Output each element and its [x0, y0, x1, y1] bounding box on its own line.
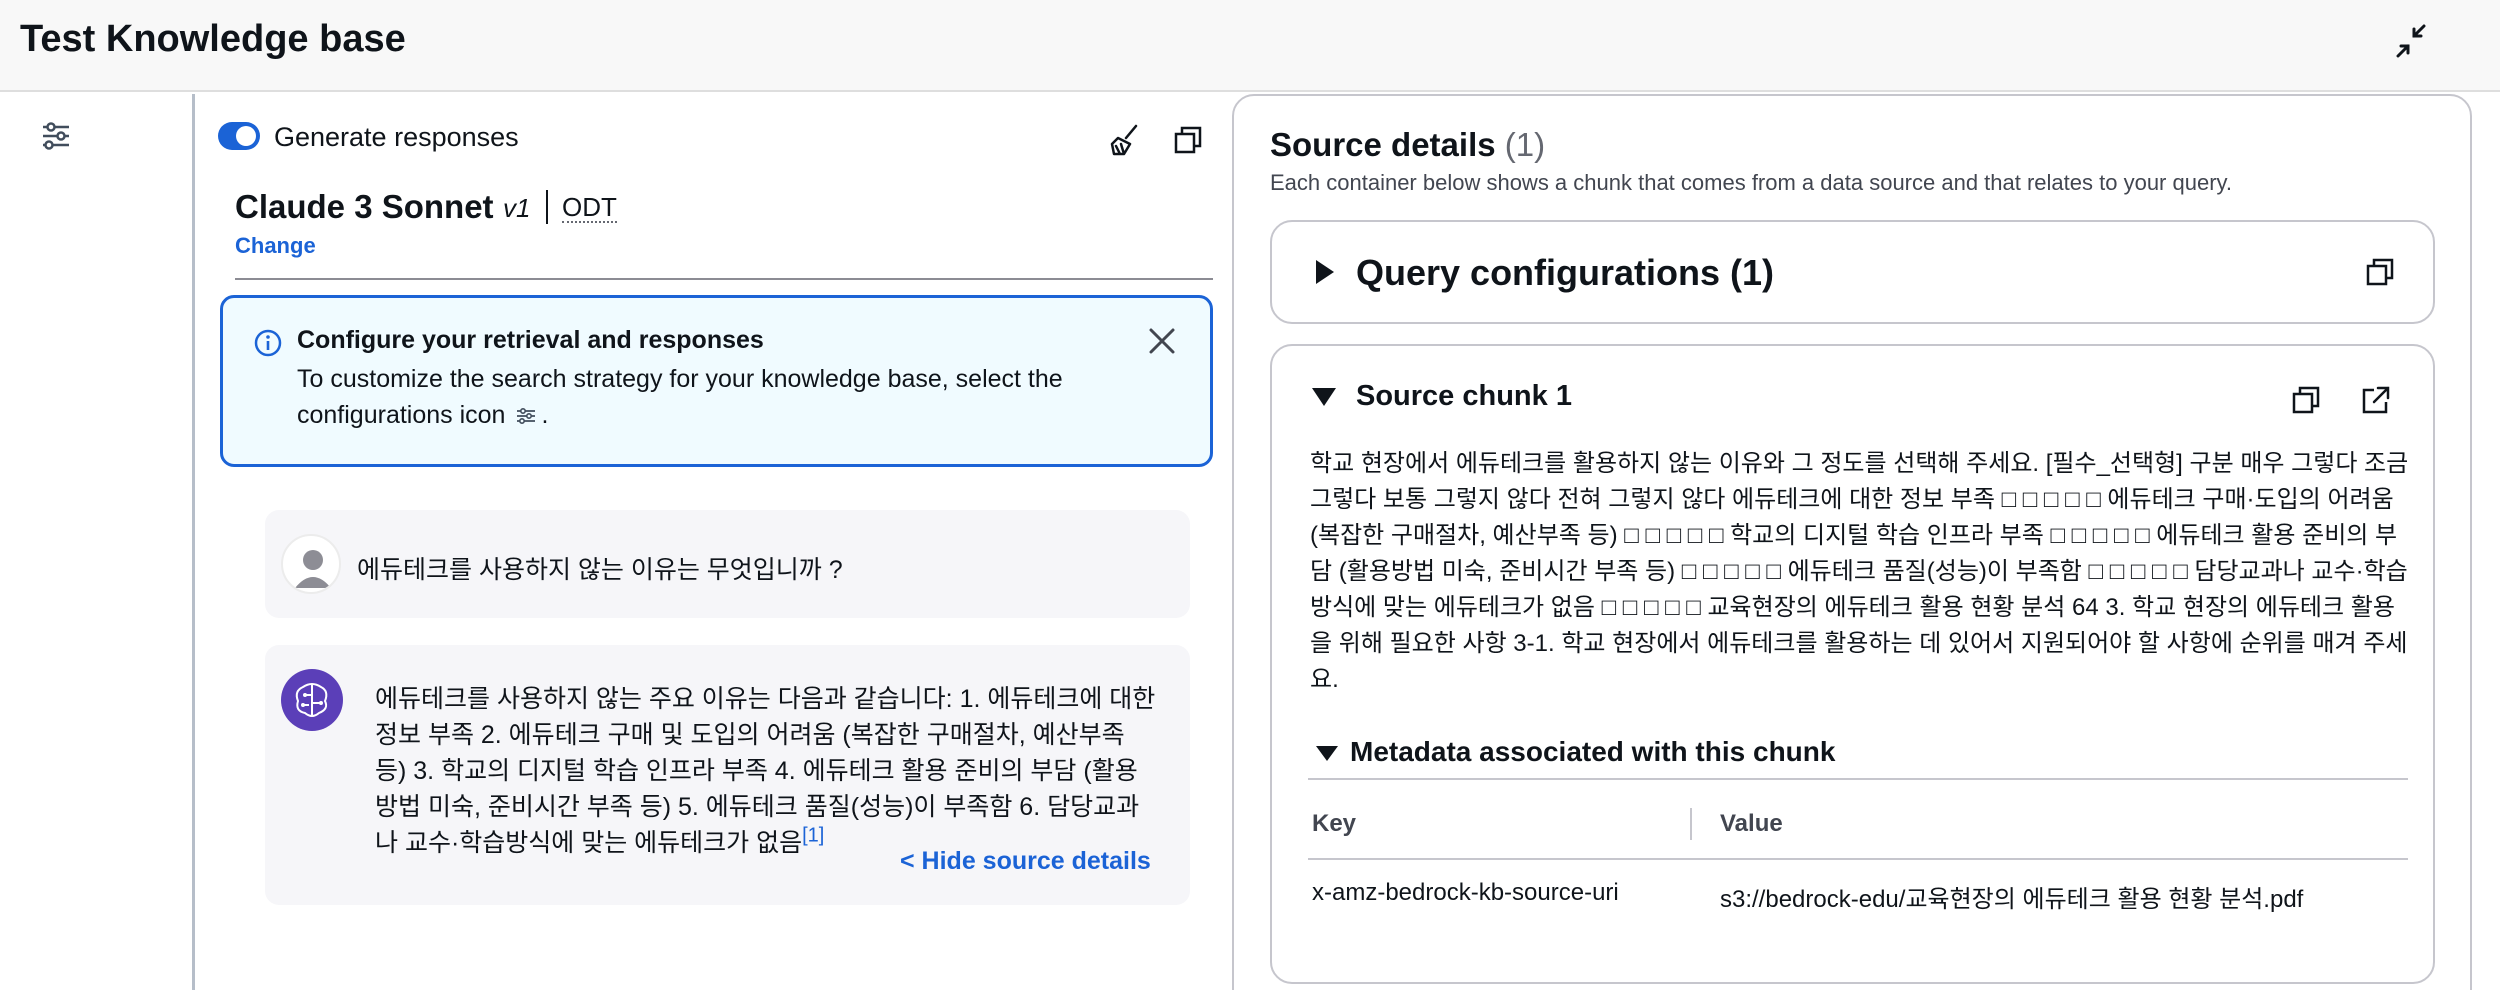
- copy-icon[interactable]: [2362, 254, 2398, 290]
- source-chunk-text: 학교 현장에서 에듀테크를 활용하지 않는 이유와 그 정도를 선택해 주세요.…: [1310, 450, 2409, 693]
- collapse-icon[interactable]: [2390, 20, 2432, 62]
- copy-icon[interactable]: [2288, 382, 2324, 418]
- metadata-header-key: Key: [1312, 810, 1357, 837]
- settings-sliders-icon: [517, 408, 536, 425]
- divider: [1308, 778, 2408, 780]
- caret-down-icon[interactable]: [1316, 746, 1338, 761]
- query-configurations-title: Query configurations (1): [1356, 252, 1775, 293]
- model-tag: ODT: [562, 192, 617, 223]
- broom-icon[interactable]: [1108, 122, 1144, 158]
- generate-responses-toggle[interactable]: [218, 122, 260, 150]
- close-icon[interactable]: [1145, 324, 1179, 358]
- source-chunk-container: Source chunk 1 학교 현장에서 에듀테크를 활용하지 않는 이유와…: [1270, 344, 2435, 984]
- change-model-link[interactable]: Change: [235, 233, 316, 259]
- model-name: Claude 3 Sonnet: [235, 188, 494, 225]
- caret-down-icon[interactable]: [1312, 388, 1336, 406]
- metadata-key: x-amz-bedrock-kb-source-uri: [1312, 879, 1619, 906]
- external-link-icon[interactable]: [2358, 382, 2394, 418]
- page-title: Test Knowledge base: [20, 18, 406, 60]
- source-details-count: (1): [1504, 126, 1546, 163]
- page-header: Test Knowledge base: [0, 0, 2500, 92]
- user-message: 에듀테크를 사용하지 않는 이유는 무엇입니까 ?: [265, 510, 1190, 618]
- info-alert-body: To customize the search strategy for you…: [297, 365, 1063, 429]
- caret-right-icon: [1316, 260, 1334, 284]
- source-details-description: Each container below shows a chunk that …: [1270, 170, 2233, 195]
- info-alert-text: To customize the search strategy for you…: [297, 361, 1127, 433]
- assistant-message-body: 에듀테크를 사용하지 않는 주요 이유는 다음과 같습니다: 1. 에듀테크에 …: [375, 685, 1156, 857]
- divider: [235, 278, 1213, 280]
- assistant-message-text: 에듀테크를 사용하지 않는 주요 이유는 다음과 같습니다: 1. 에듀테크에 …: [375, 681, 1160, 861]
- model-version: v1: [503, 193, 531, 223]
- copy-icon[interactable]: [1170, 122, 1206, 158]
- source-chunk-title[interactable]: Source chunk 1: [1356, 380, 1572, 413]
- metadata-header-value: Value: [1720, 810, 1783, 837]
- query-configurations-expander[interactable]: Query configurations (1): [1270, 220, 2435, 324]
- user-avatar-icon: [281, 534, 341, 594]
- left-rail: [0, 94, 195, 990]
- source-details-title-text: Source details: [1270, 126, 1496, 163]
- user-message-text: 에듀테크를 사용하지 않는 이유는 무엇입니까 ?: [357, 556, 843, 584]
- divider: [1308, 858, 2408, 860]
- info-alert-title: Configure your retrieval and responses: [297, 326, 764, 354]
- assistant-message: 에듀테크를 사용하지 않는 주요 이유는 다음과 같습니다: 1. 에듀테크에 …: [265, 645, 1190, 905]
- metadata-value: s3://bedrock-edu/교육현장의 에듀테크 활용 현황 분석.pdf: [1720, 886, 2304, 913]
- column-separator: [1690, 808, 1692, 840]
- info-icon: [254, 329, 282, 357]
- citation-link[interactable]: [1]: [802, 825, 824, 847]
- generate-responses-label: Generate responses: [274, 122, 519, 152]
- info-alert-suffix: .: [541, 401, 549, 429]
- toggle-knob: [236, 126, 256, 146]
- source-details-title: Source details (1): [1270, 126, 1545, 164]
- settings-sliders-icon[interactable]: [38, 118, 74, 154]
- metadata-section-title[interactable]: Metadata associated with this chunk: [1350, 736, 1835, 768]
- info-alert: Configure your retrieval and responses T…: [220, 295, 1213, 467]
- hide-source-details-link[interactable]: < Hide source details: [900, 847, 1151, 876]
- model-separator: [546, 190, 548, 224]
- ai-brain-icon: [281, 669, 343, 731]
